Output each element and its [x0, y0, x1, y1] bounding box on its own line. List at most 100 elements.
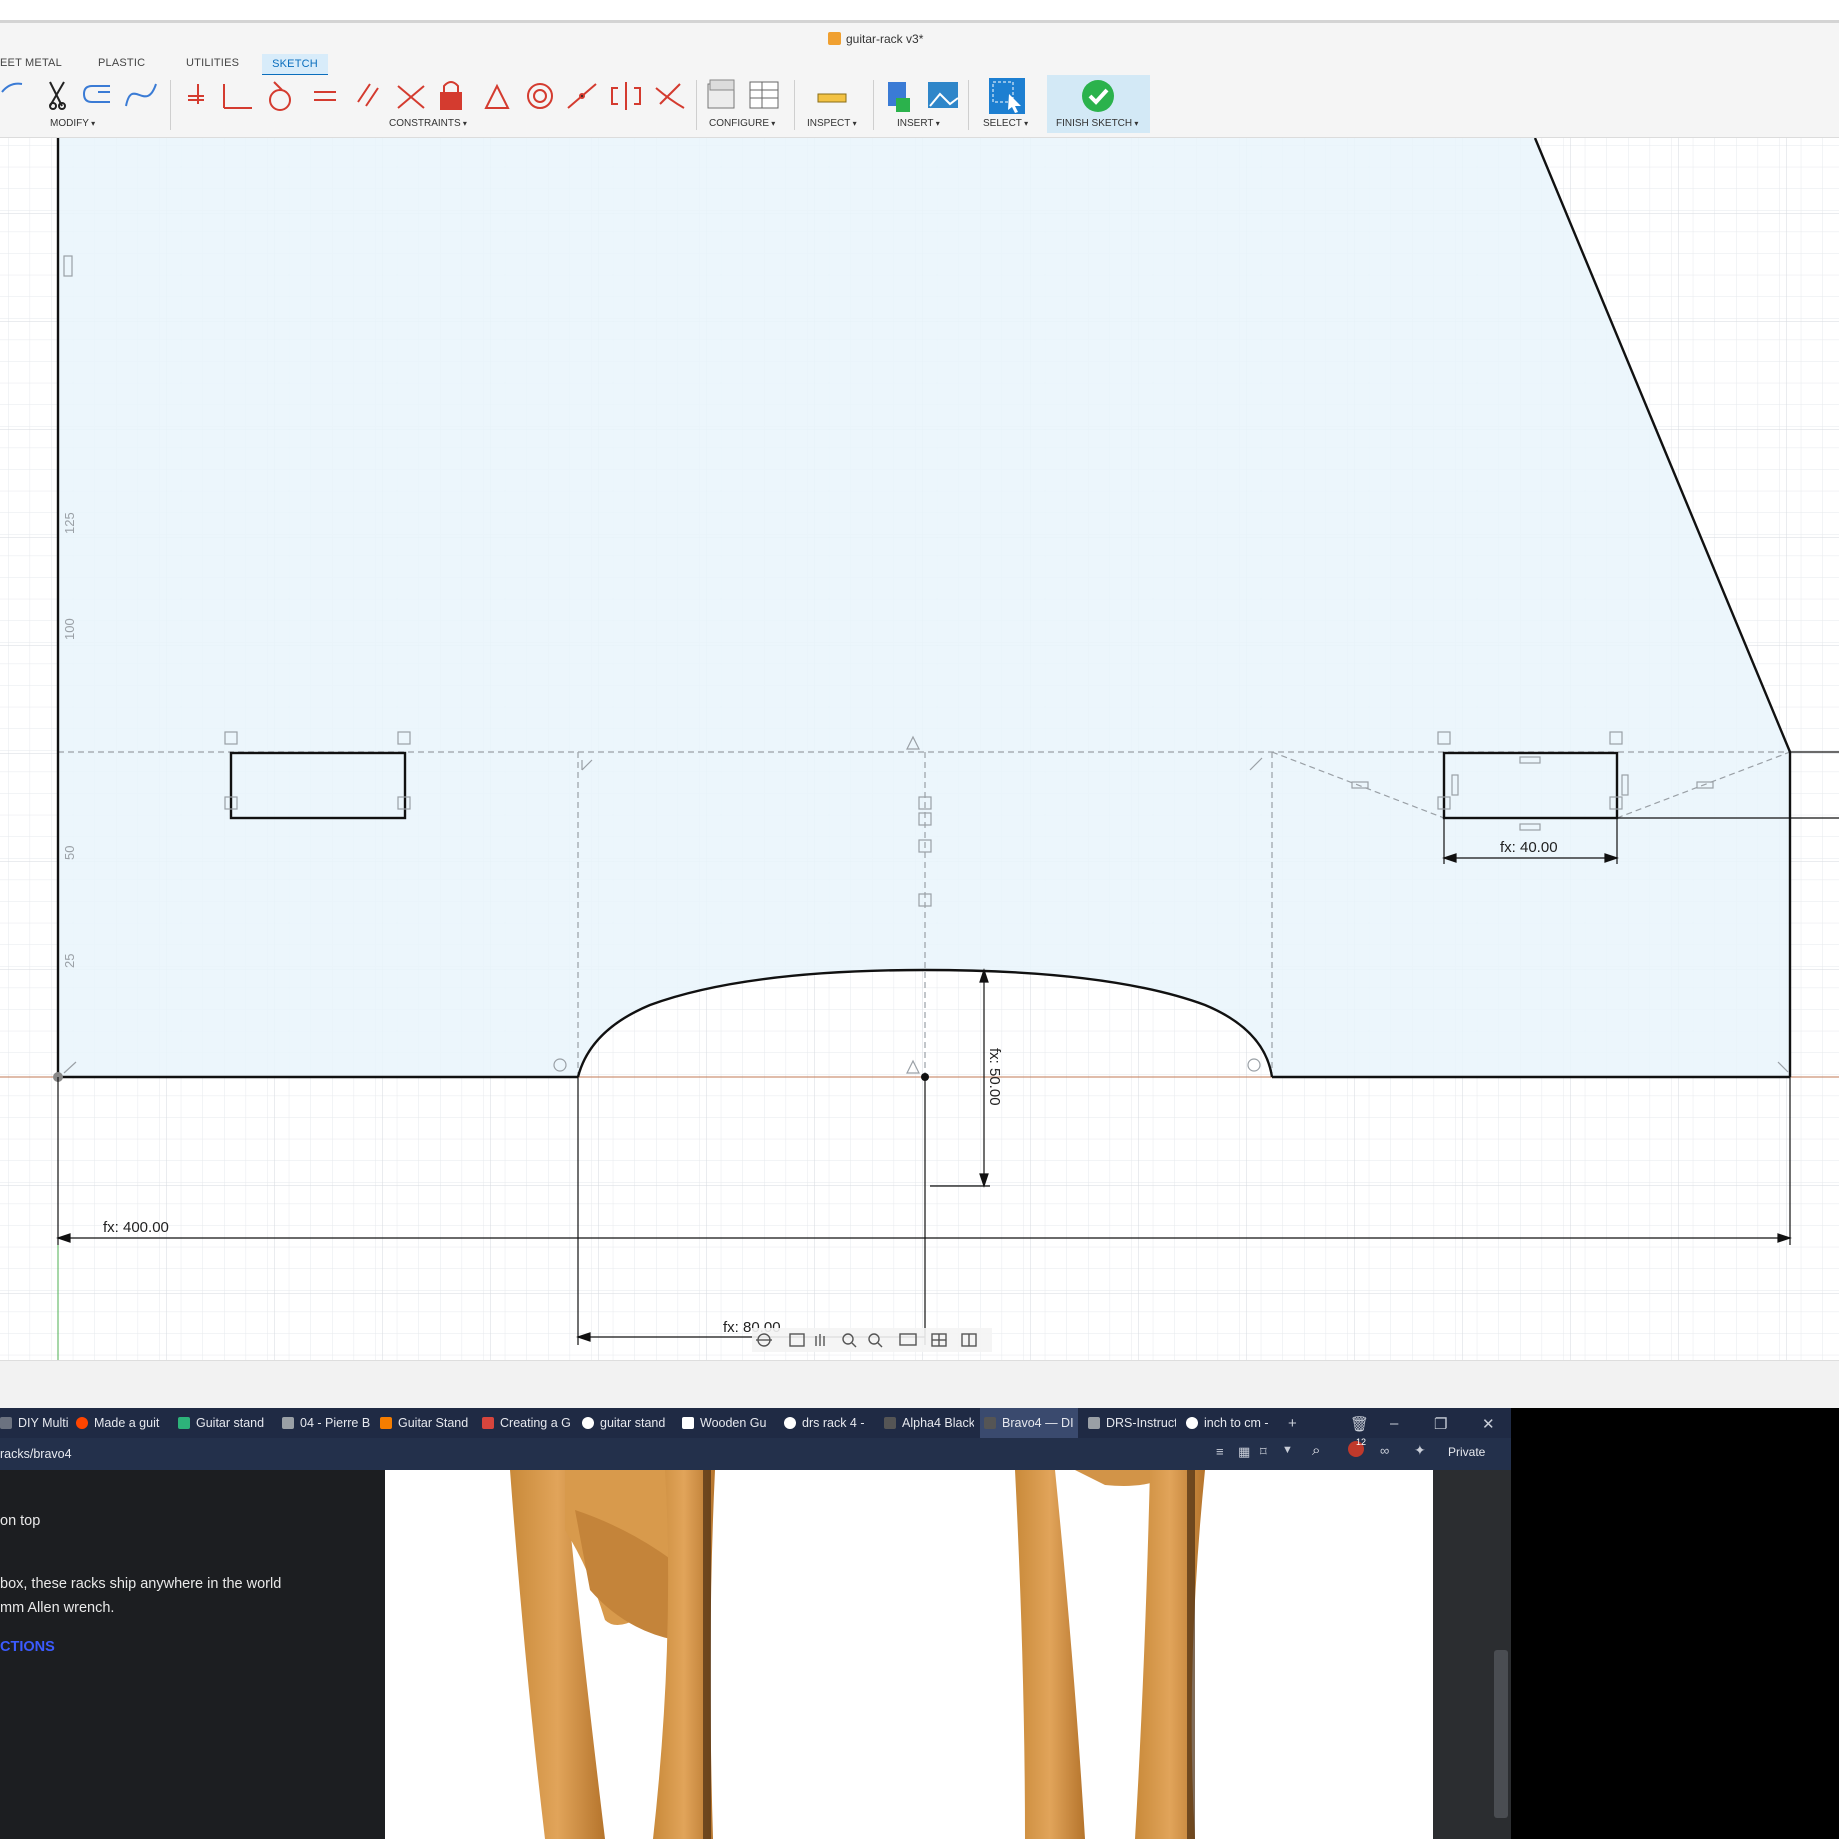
dimension-total-width[interactable]: fx: 400.00 [103, 1219, 169, 1236]
browser-tab[interactable]: Guitar Stand [380, 1408, 470, 1438]
ruler-label: 50 [62, 846, 77, 860]
coincident-icon [188, 84, 204, 104]
site-icon [178, 1417, 190, 1429]
equal-icon [314, 91, 336, 101]
page-icon [282, 1417, 294, 1429]
restore-icon[interactable]: ❐ [1434, 1415, 1447, 1433]
close-icon[interactable]: ✕ [1482, 1415, 1495, 1433]
drs-icon [884, 1417, 896, 1429]
table-icon [749, 81, 779, 109]
browser-tab[interactable]: 04 - Pierre B [282, 1408, 370, 1438]
page-text: on top [0, 1513, 41, 1529]
private-label: Private [1448, 1445, 1486, 1459]
trash-icon[interactable]: 🗑 [1350, 1415, 1369, 1433]
checkmark-icon [1082, 80, 1114, 112]
select-icon[interactable] [987, 76, 1027, 116]
new-tab-icon[interactable]: + [1288, 1415, 1297, 1432]
glasses-icon[interactable]: ∞ [1380, 1443, 1389, 1458]
tab-sketch[interactable]: SKETCH [262, 54, 328, 76]
select-menu[interactable]: SELECT [983, 118, 1028, 129]
browser-tab-active[interactable]: Bravo4 — DI [980, 1408, 1078, 1438]
configure-menu[interactable]: CONFIGURE [709, 118, 775, 129]
trim-icon [49, 81, 66, 110]
concentric-icon [527, 83, 553, 109]
modify-menu[interactable]: MODIFY [50, 118, 95, 129]
instructables-icon [682, 1417, 694, 1429]
document-icon [828, 32, 841, 45]
spline-icon [125, 83, 157, 107]
search-icon[interactable]: ⌕ [1312, 1442, 1320, 1459]
tab-utilities[interactable]: UTILITIES [186, 57, 239, 69]
toolbar-separator [968, 80, 969, 130]
reddit-icon [76, 1417, 88, 1429]
constraints-menu[interactable]: CONSTRAINTS [389, 118, 467, 129]
toolbar-icons [1, 81, 685, 111]
browser-tab[interactable]: Creating a G [482, 1408, 570, 1438]
ruler-label: 25 [62, 954, 77, 968]
tab-sheet-metal[interactable]: EET METAL [0, 57, 62, 69]
browser-tab[interactable]: DIY Multi Gu [0, 1408, 70, 1438]
browser-tab[interactable]: guitar stand [582, 1408, 670, 1438]
arc-icon [1, 82, 23, 93]
toolbar-separator [696, 80, 697, 130]
minimize-icon[interactable]: – [1390, 1415, 1398, 1432]
google-icon [784, 1417, 796, 1429]
qr-icon[interactable]: ▦ [1238, 1444, 1250, 1460]
measure-icon [817, 93, 847, 103]
desktop-background [1511, 1408, 1839, 1839]
reader-icon[interactable]: ≡ [1216, 1444, 1224, 1459]
page-icon [1088, 1417, 1100, 1429]
browser-tab[interactable]: Wooden Gu [682, 1408, 770, 1438]
dimension-slot-width[interactable]: fx: 40.00 [1500, 839, 1558, 856]
page-icon [0, 1417, 12, 1429]
sketch-canvas[interactable]: 125 100 50 25 fx: 400.00 fx: 40.00 fx: 5… [0, 138, 1839, 1360]
browser-tab[interactable]: Made a guit [76, 1408, 166, 1438]
symmetry-icon [611, 82, 641, 110]
autodesk-icon [482, 1417, 494, 1429]
ruler-label: 125 [62, 512, 77, 534]
toolbar-separator [170, 80, 171, 130]
curvature-icon [655, 83, 685, 109]
perpendicular-icon [223, 84, 252, 109]
toolbar-separator [794, 80, 795, 130]
offset-icon [82, 85, 110, 103]
sketch-profile[interactable] [58, 138, 1790, 1077]
insert-image-icon [928, 82, 959, 108]
browser-tab[interactable]: drs rack 4 - [784, 1408, 872, 1438]
insert-menu[interactable]: INSERT [897, 118, 940, 129]
document-title: guitar-rack v3* [846, 32, 924, 46]
badge-count: 12 [1356, 1437, 1367, 1447]
tangent-icon [269, 81, 291, 111]
google-icon [582, 1417, 594, 1429]
blogger-icon [380, 1417, 392, 1429]
url-text[interactable]: racks/bravo4 [0, 1447, 72, 1461]
scrollbar-thumb[interactable] [1494, 1650, 1508, 1818]
midpoint-icon [567, 83, 597, 109]
browser-tab[interactable]: Guitar stand [178, 1408, 270, 1438]
collinear-icon [397, 85, 425, 109]
finish-sketch-label[interactable]: FINISH SKETCH [1056, 118, 1138, 129]
extensions-icon[interactable]: ✦ [1414, 1442, 1426, 1459]
browser-tab[interactable]: DRS-Instruct [1088, 1408, 1176, 1438]
triangle-icon [484, 83, 510, 109]
canvas-footer [0, 1360, 1839, 1409]
tab-plastic[interactable]: PLASTIC [98, 57, 145, 69]
navigation-bar [752, 1328, 992, 1352]
page-text: mm Allen wrench. [0, 1600, 115, 1616]
page-text: box, these racks ship anywhere in the wo… [0, 1576, 282, 1592]
dimension-arc-height[interactable]: fx: 50.00 [986, 1048, 1003, 1106]
browser-tab[interactable]: inch to cm - [1186, 1408, 1274, 1438]
guitar-rack-photo [510, 1470, 1205, 1839]
insert-derive-icon [888, 82, 910, 112]
google-icon [1186, 1417, 1198, 1429]
bookmark-icon[interactable]: ⌑ [1260, 1444, 1267, 1460]
fix-icon [440, 81, 462, 110]
chevron-down-icon[interactable]: ▼ [1282, 1444, 1293, 1456]
configure-icon [707, 79, 735, 109]
page-text-panel [0, 1470, 385, 1839]
instructions-link[interactable]: CTIONS [0, 1639, 55, 1655]
toolbar-icons-right [707, 79, 959, 112]
browser-tab[interactable]: Alpha4 Black [884, 1408, 974, 1438]
toolbar-separator [873, 80, 874, 130]
inspect-menu[interactable]: INSPECT [807, 118, 857, 129]
